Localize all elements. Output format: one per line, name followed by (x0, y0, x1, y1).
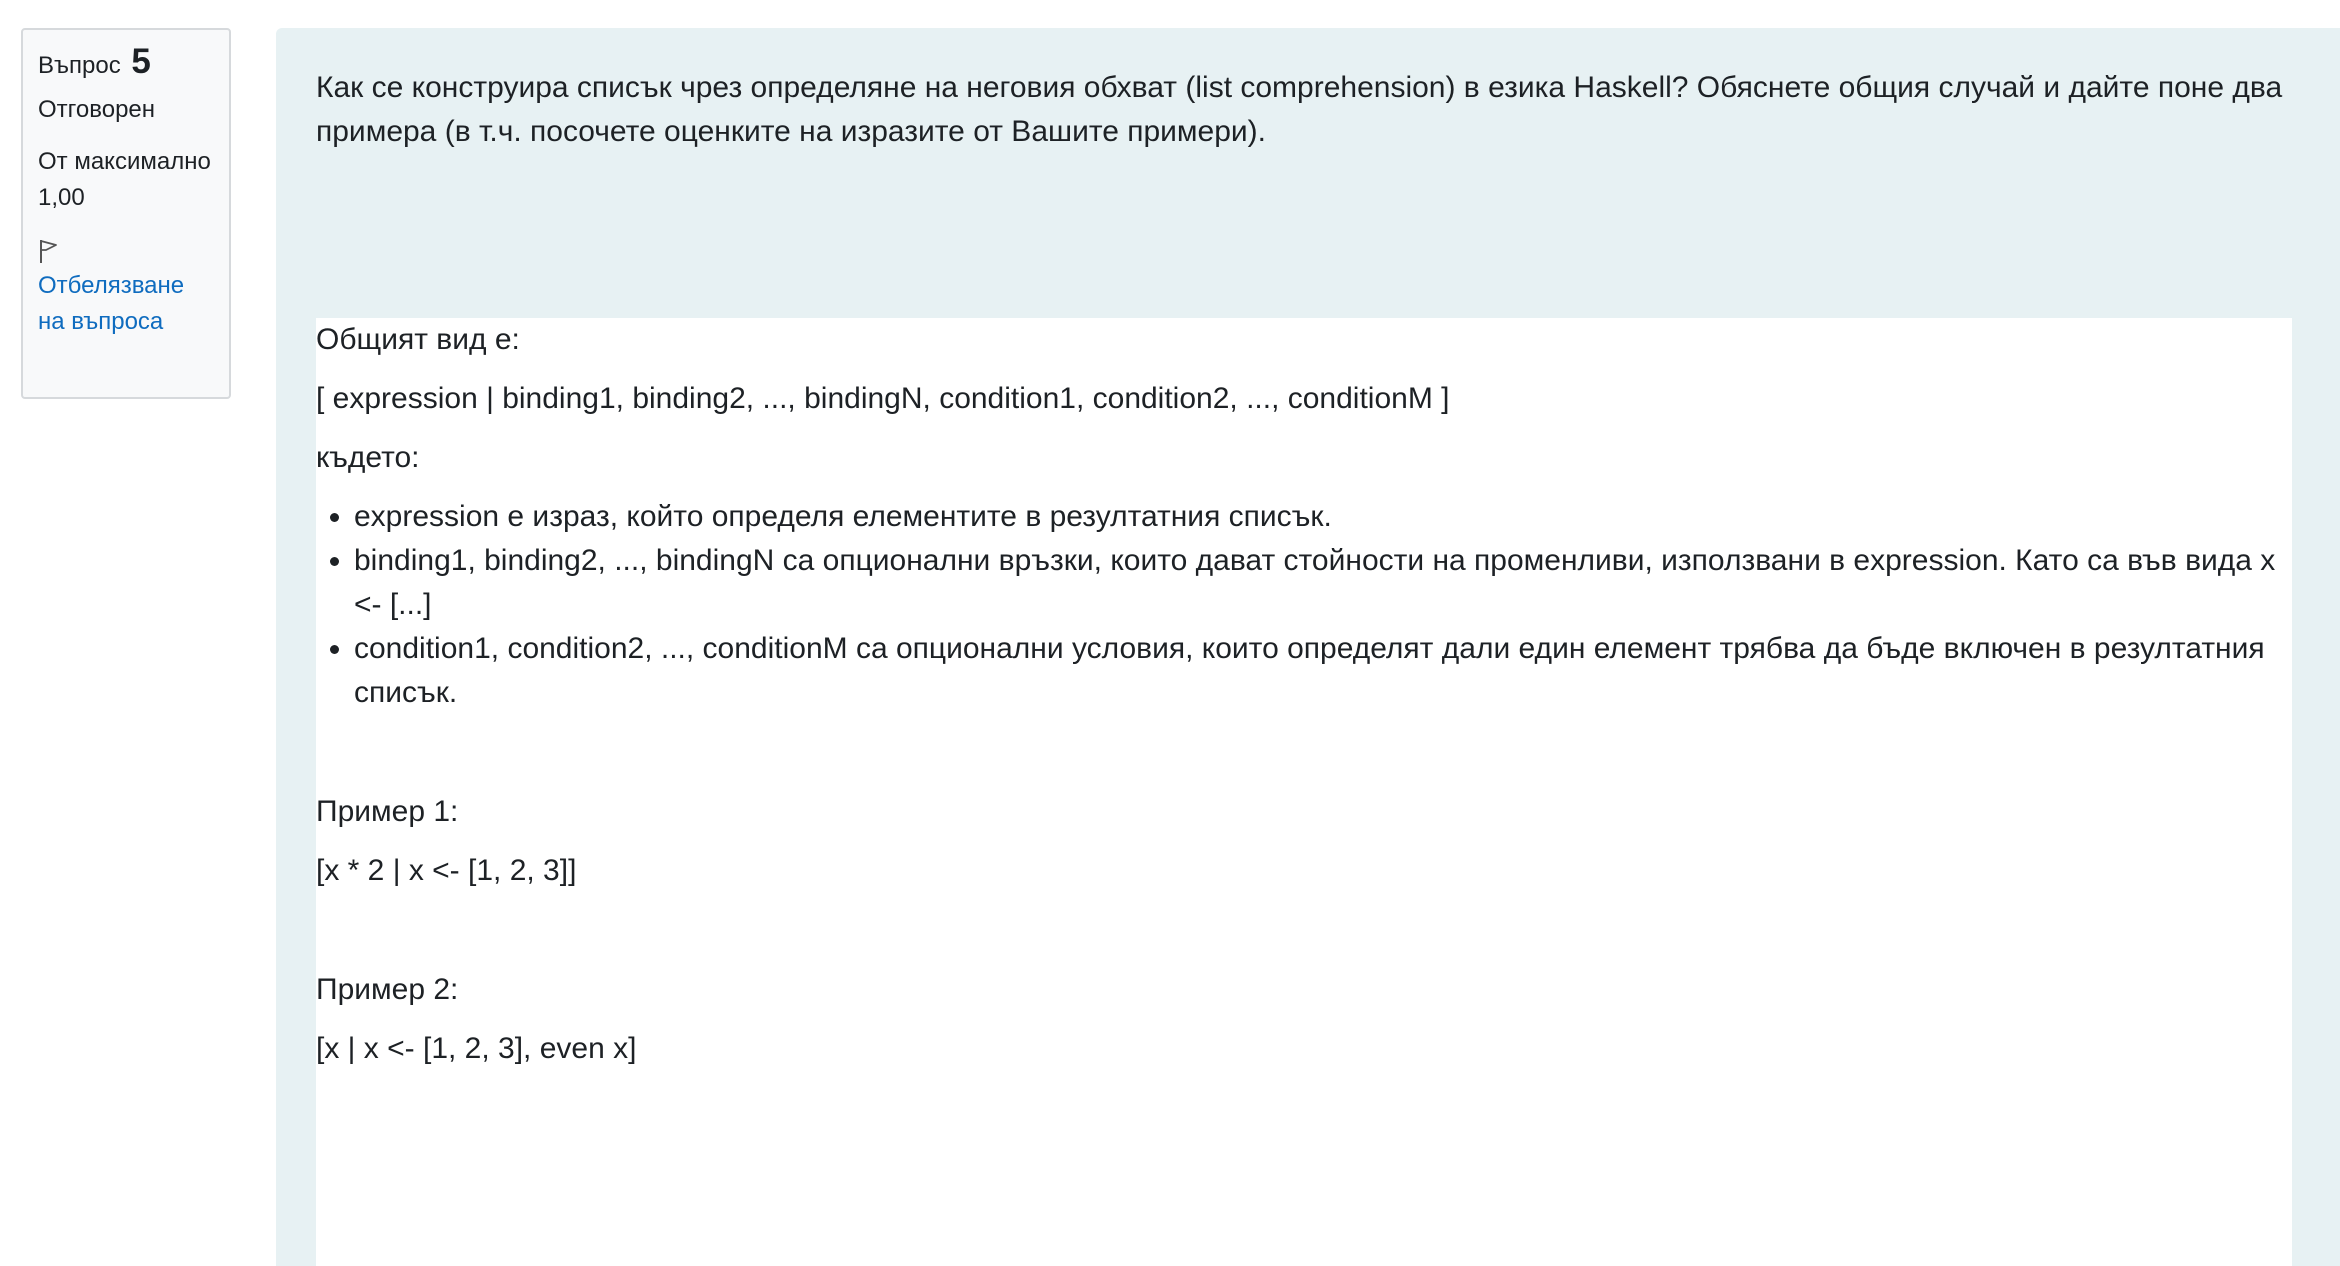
example2-code: [x | x <- [1, 2, 3], even x] (316, 1032, 637, 1065)
question-number-value: 5 (131, 42, 151, 81)
answer-intro: Общият вид е: (316, 323, 520, 356)
list-item: binding1, binding2, ..., bindingN са опц… (354, 539, 2292, 627)
example1-code: [x * 2 | x <- [1, 2, 3]] (316, 854, 577, 887)
question-page: Въпрос 5 Отговорен От максимално 1,00 От… (0, 0, 2340, 1266)
answer-bullet-list: expression е израз, който определя елеме… (316, 495, 2292, 715)
answer-box[interactable]: Общият вид е: [ expression | binding1, b… (316, 318, 2292, 1266)
question-state: Отговорен (38, 96, 156, 123)
question-info-panel: Въпрос 5 Отговорен От максимално 1,00 От… (21, 28, 231, 399)
flag-icon[interactable] (38, 238, 60, 264)
answer-syntax: [ expression | binding1, binding2, ..., … (316, 382, 1450, 415)
question-text: Как се конструира списък чрез определяне… (316, 71, 2283, 148)
example1-title: Пример 1: (316, 795, 459, 828)
question-content: Как се конструира списък чрез определяне… (276, 28, 2340, 1266)
list-item: condition1, condition2, ..., conditionM … (354, 627, 2292, 715)
example2-title: Пример 2: (316, 973, 459, 1006)
question-number: Въпрос 5 (38, 44, 215, 84)
list-item: expression е израз, който определя елеме… (354, 495, 2292, 539)
answer-where: където: (316, 441, 420, 474)
question-grade: От максимално 1,00 (38, 148, 211, 211)
flag-question-link[interactable]: Отбелязване на въпроса (38, 268, 215, 340)
question-label: Въпрос (38, 52, 121, 79)
